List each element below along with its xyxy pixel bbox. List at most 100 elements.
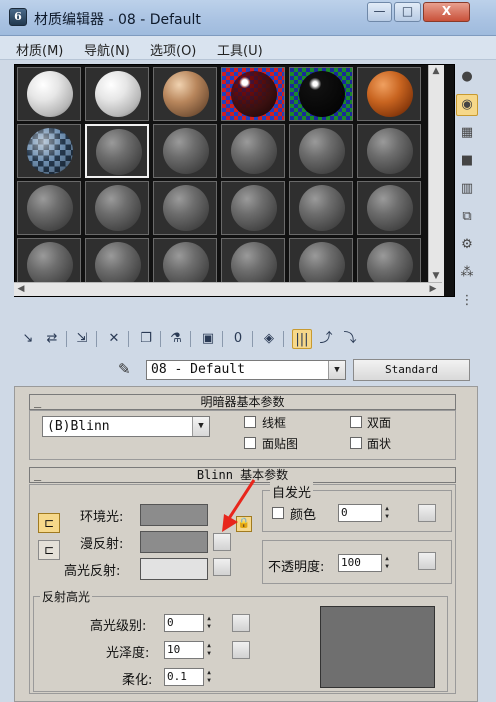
toolbar-separator	[222, 331, 223, 347]
sample-slot[interactable]	[85, 181, 149, 235]
slots-horizontal-scrollbar[interactable]: ◀ ▶	[14, 282, 442, 296]
material-sphere	[299, 185, 345, 231]
shader-type-value: (B)Blinn	[47, 419, 110, 434]
make-unique-icon[interactable]: ⚗	[166, 329, 186, 349]
make-copy-icon[interactable]: ❐	[136, 329, 156, 349]
glossiness-value: 10	[167, 643, 181, 656]
ambient-color-swatch[interactable]	[140, 504, 208, 526]
sample-slot[interactable]	[221, 67, 285, 121]
go-to-parent-icon[interactable]: ⤴	[316, 329, 336, 349]
opacity-map-button[interactable]	[418, 552, 436, 570]
material-sphere	[27, 128, 73, 174]
put-to-scene-icon[interactable]: ⇄	[42, 329, 62, 349]
backlight-icon[interactable]: ◉	[456, 94, 478, 116]
put-to-library-icon[interactable]: ▣	[198, 329, 218, 349]
go-forward-sibling-icon[interactable]: ⤵	[340, 329, 360, 349]
specular-level-map-button[interactable]	[232, 614, 250, 632]
lock-diffuse-specular-icon[interactable]: ⊏	[38, 540, 60, 560]
close-button[interactable]: X	[423, 2, 470, 22]
sample-slot[interactable]	[357, 67, 421, 121]
menu-navigation[interactable]: 导航(N)	[84, 40, 130, 59]
sample-type-icon[interactable]: ●	[456, 66, 478, 88]
material-sphere	[27, 71, 73, 117]
spinner-arrows-icon[interactable]: ▲ ▼	[382, 555, 392, 571]
show-map-in-viewport-icon[interactable]: ◈	[259, 329, 279, 349]
select-by-material-icon[interactable]: ⁂	[456, 262, 478, 284]
spinner-arrows-icon[interactable]: ▲ ▼	[204, 642, 214, 658]
sample-slot[interactable]	[85, 67, 149, 121]
shader-type-combo[interactable]: (B)Blinn ▼	[42, 416, 210, 437]
material-name-combo[interactable]: 08 - Default ▼	[146, 360, 346, 380]
self-illumination-map-button[interactable]	[418, 504, 436, 522]
background-checker-icon[interactable]: ▦	[456, 122, 478, 144]
sample-slot[interactable]	[153, 67, 217, 121]
specular-level-spinner[interactable]: 0 ▲ ▼	[164, 614, 211, 632]
diffuse-color-swatch[interactable]	[140, 531, 208, 553]
glossiness-map-button[interactable]	[232, 641, 250, 659]
soften-spinner[interactable]: 0.1 ▲ ▼	[164, 668, 211, 686]
face-map-label: 面贴图	[262, 437, 299, 451]
scroll-right-icon[interactable]: ▶	[426, 283, 440, 295]
sample-slot[interactable]	[17, 67, 81, 121]
sample-slot[interactable]	[17, 181, 81, 235]
material-sphere	[231, 128, 277, 174]
minimize-button[interactable]: —	[367, 2, 392, 22]
self-illumination-label: 自发光	[270, 482, 314, 501]
opacity-spinner[interactable]: 100 ▲ ▼	[338, 554, 389, 572]
material-sphere	[299, 128, 345, 174]
sample-slot[interactable]	[153, 181, 217, 235]
sample-slot[interactable]	[221, 124, 285, 178]
assign-to-selection-icon[interactable]: ⇲	[72, 329, 92, 349]
shader-basic-rollout-header[interactable]: _ 明暗器基本参数	[29, 394, 456, 410]
show-end-result-icon[interactable]: |||	[292, 329, 312, 349]
material-navigator-icon[interactable]: ⋮	[456, 290, 478, 312]
sample-slot[interactable]	[289, 67, 353, 121]
scroll-up-icon[interactable]: ▲	[429, 65, 443, 77]
opacity-value: 100	[341, 556, 361, 569]
sample-uv-tiling-icon[interactable]: ■	[456, 150, 478, 172]
reset-icon[interactable]: ✕	[104, 329, 124, 349]
pick-material-from-object-icon[interactable]: ✎	[118, 360, 136, 378]
glossiness-spinner[interactable]: 10 ▲ ▼	[164, 641, 211, 659]
sample-slot[interactable]	[357, 124, 421, 178]
spinner-arrows-icon[interactable]: ▲ ▼	[204, 615, 214, 631]
sample-slot[interactable]	[17, 124, 81, 178]
spinner-arrows-icon[interactable]: ▲ ▼	[382, 505, 392, 521]
scroll-left-icon[interactable]: ◀	[14, 283, 28, 295]
sample-slot[interactable]	[289, 124, 353, 178]
specular-highlight-curve-preview	[320, 606, 435, 688]
sample-slot[interactable]	[289, 181, 353, 235]
self-illumination-spinner[interactable]: 0 ▲ ▼	[338, 504, 389, 522]
sample-slot-active[interactable]	[85, 124, 149, 178]
video-color-check-icon[interactable]: ▥	[456, 178, 478, 200]
sample-slot[interactable]	[357, 181, 421, 235]
chevron-down-icon[interactable]: ▼	[328, 361, 345, 379]
material-type-button[interactable]: Standard	[353, 359, 470, 381]
faceted-checkbox[interactable]	[350, 437, 362, 449]
spinner-arrows-icon[interactable]: ▲ ▼	[204, 669, 214, 685]
slots-vertical-scrollbar[interactable]: ▲ ▼	[428, 65, 444, 296]
face-map-checkbox[interactable]	[244, 437, 256, 449]
menu-options[interactable]: 选项(O)	[150, 40, 196, 59]
diffuse-label: 漫反射:	[80, 537, 124, 552]
menu-tools[interactable]: 工具(U)	[217, 40, 263, 59]
chevron-down-icon[interactable]: ▼	[192, 417, 209, 436]
self-illumination-color-checkbox[interactable]	[272, 507, 284, 519]
maximize-button[interactable]: □	[394, 2, 421, 22]
material-name-value: 08 - Default	[151, 362, 245, 377]
menu-material[interactable]: 材质(M)	[16, 40, 63, 59]
specular-map-button[interactable]	[213, 558, 231, 576]
lock-ambient-diffuse-icon[interactable]: ⊏	[38, 513, 60, 533]
material-id-channel-icon[interactable]: 0	[228, 329, 248, 349]
scroll-down-icon[interactable]: ▼	[429, 270, 443, 282]
sample-slot[interactable]	[221, 181, 285, 235]
self-illumination-value: 0	[341, 506, 348, 519]
get-material-icon[interactable]: ↘	[18, 329, 38, 349]
options-icon[interactable]: ⚙	[456, 234, 478, 256]
make-preview-icon[interactable]: ⧉	[456, 206, 478, 228]
wire-checkbox[interactable]	[244, 416, 256, 428]
specular-color-swatch[interactable]	[140, 558, 208, 580]
material-sphere	[367, 128, 413, 174]
sample-slot[interactable]	[153, 124, 217, 178]
two-sided-checkbox[interactable]	[350, 416, 362, 428]
